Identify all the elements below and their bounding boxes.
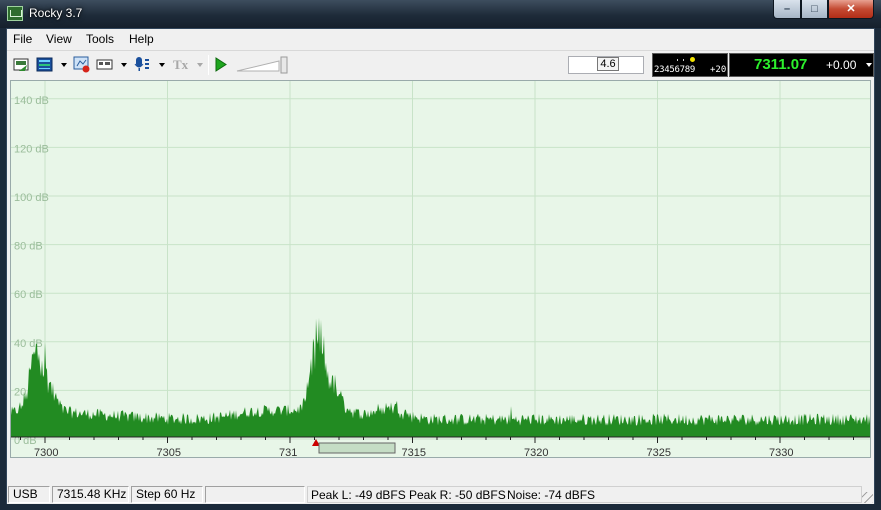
freq-label: 7305 — [157, 447, 181, 457]
minimize-button[interactable]: – — [773, 0, 801, 19]
frequency-display[interactable]: 7311.07 +0.00 — [729, 53, 874, 77]
menu-view[interactable]: View — [46, 32, 72, 46]
freq-label: 7300 — [34, 447, 58, 457]
freq-label: 7330 — [769, 447, 793, 457]
status-mode[interactable]: USB — [8, 486, 50, 503]
s-meter: 23456789 +20 — [652, 53, 728, 77]
waterfall-dropdown-icon[interactable] — [61, 63, 67, 67]
status-step[interactable]: Step 60 Hz — [131, 486, 203, 503]
status-frequency: 7315.48 KHz — [52, 486, 129, 503]
smeter-tick — [683, 59, 684, 61]
offset-dropdown-icon[interactable] — [866, 63, 872, 67]
freq-label: 7320 — [524, 447, 548, 457]
db-label: 60 dB — [14, 289, 43, 301]
smeter-plus: +20 — [710, 65, 727, 75]
resize-grip-icon[interactable] — [862, 492, 873, 503]
passband-indicator — [318, 442, 396, 454]
spectrum-plot[interactable]: 140 dB120 dB100 dB80 dB60 dB40 dB20 dB0 … — [11, 81, 870, 457]
freq-label: 7325 — [647, 447, 671, 457]
record-icon[interactable] — [73, 56, 91, 73]
waterfall-icon[interactable] — [36, 56, 54, 73]
close-button[interactable]: ✕ — [828, 0, 874, 19]
status-peak-l: Peak L: -49 dBFS — [311, 488, 406, 502]
db-label: 140 dB — [14, 95, 49, 107]
svg-text:Tx: Tx — [173, 57, 189, 72]
smeter-scale: 23456789 — [654, 65, 695, 75]
status-noise: Noise: -74 dBFS — [507, 488, 596, 502]
menu-help[interactable]: Help — [129, 32, 154, 46]
keyer-dropdown-icon[interactable] — [121, 63, 127, 67]
tx-icon[interactable]: Tx — [172, 56, 190, 73]
db-label: 80 dB — [14, 241, 43, 253]
toolbar-separator — [208, 55, 209, 75]
freq-label: 7315 — [402, 447, 426, 457]
tx-dropdown-icon[interactable] — [197, 63, 203, 67]
menu-tools[interactable]: Tools — [86, 32, 114, 46]
keyer-icon[interactable] — [96, 56, 114, 73]
freq-offset: +0.00 — [826, 58, 857, 72]
freq-label: 731 — [279, 447, 297, 457]
client-area: File View Tools Help Tx 4.6 23456789 +20… — [6, 28, 875, 504]
volume-slider-icon[interactable] — [235, 55, 291, 75]
toolbar: Tx 4.6 23456789 +20 7311.07 +0.00 — [7, 50, 874, 78]
db-label: 40 dB — [14, 338, 43, 350]
mic-dropdown-icon[interactable] — [159, 63, 165, 67]
rit-value[interactable]: 4.6 — [597, 57, 619, 71]
smeter-indicator — [690, 57, 695, 62]
db-label: 100 dB — [14, 192, 49, 204]
spectrum-trace — [11, 317, 870, 437]
vfo-frequency[interactable]: 7311.07 — [754, 56, 807, 73]
status-bar: USB 7315.48 KHz Step 60 Hz Peak L: -49 d… — [7, 485, 874, 504]
spectrum-panel[interactable]: 140 dB120 dB100 dB80 dB60 dB40 dB20 dB0 … — [10, 80, 871, 458]
smeter-tick — [677, 59, 678, 61]
menu-bar: File View Tools Help — [7, 29, 874, 49]
grid-lines — [11, 81, 870, 440]
freq-labels: 7300 7305 731 7315 7320 7325 7330 — [34, 447, 793, 457]
app-window: Rocky 3.7 – □ ✕ File View Tools Help Tx … — [0, 0, 881, 510]
status-empty — [205, 486, 305, 503]
config-icon[interactable] — [13, 56, 31, 73]
db-label: 120 dB — [14, 143, 49, 155]
status-peak-r: Peak R: -50 dBFS — [409, 488, 506, 502]
app-icon — [7, 6, 23, 21]
freq-ticks — [20, 437, 854, 443]
play-icon[interactable] — [212, 56, 230, 73]
title-bar[interactable]: Rocky 3.7 – □ ✕ — [0, 0, 881, 28]
mic-icon[interactable] — [133, 56, 151, 73]
window-title: Rocky 3.7 — [29, 6, 83, 20]
maximize-button[interactable]: □ — [801, 0, 828, 19]
menu-file[interactable]: File — [13, 32, 32, 46]
